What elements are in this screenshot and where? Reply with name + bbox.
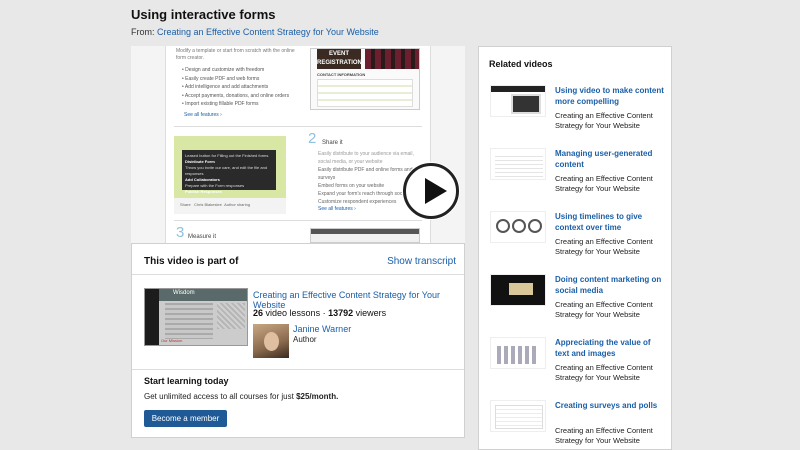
lessons-label: video lessons ·	[265, 308, 326, 318]
related-video-item[interactable]: Doing content marketing on social media …	[490, 274, 670, 334]
measure-screenshot	[310, 228, 420, 243]
related-video-title[interactable]: Doing content marketing on social media	[555, 274, 667, 296]
related-video-title[interactable]: Appreciating the value of text and image…	[555, 337, 667, 359]
divider	[132, 369, 464, 370]
event-banner: EVENT REGISTRATION	[317, 49, 362, 69]
course-panel: This video is part of Show transcript Wi…	[131, 243, 465, 438]
related-video-item[interactable]: Managing user-generated content Creating…	[490, 148, 670, 208]
related-video-course: Creating an Effective Content Strategy f…	[555, 174, 653, 193]
course-stats: 26 video lessons · 13792 viewers	[253, 308, 386, 318]
video-blurb: Modify a template or start from scratch …	[176, 48, 295, 61]
share-intro: Easily distribute to your audience via e…	[318, 151, 414, 165]
see-all-features-link: See all features ›	[184, 112, 222, 118]
related-video-thumbnail[interactable]	[490, 85, 546, 117]
related-video-item[interactable]: Appreciating the value of text and image…	[490, 337, 670, 397]
feature-item: Design and customize with freedom	[182, 66, 289, 75]
divider	[132, 274, 464, 275]
feature-item: Accept payments, donations, and online o…	[182, 92, 289, 101]
dialog-line: Distribute Form	[185, 159, 215, 164]
related-video-item[interactable]: Creating surveys and polls Creating an E…	[490, 400, 670, 450]
dialog-line: Throw you invite our care, and edit the …	[185, 165, 268, 176]
share-user-role: Author sharing	[224, 202, 251, 207]
step-label: Measure it	[188, 234, 217, 240]
related-video-thumbnail[interactable]	[490, 337, 546, 369]
event-registration-form-preview: EVENT REGISTRATION CONTACT INFORMATION	[310, 48, 420, 110]
related-video-title[interactable]: Using video to make content more compell…	[555, 85, 667, 107]
author-avatar[interactable]	[253, 324, 289, 358]
share-footer: Share Chris Blakeslee Author sharing	[174, 198, 286, 214]
dialog-line: Publish Responses	[185, 189, 222, 194]
access-price: $25/month.	[296, 392, 339, 401]
feature-item: Import existing fillable PDF forms	[182, 100, 289, 109]
share-label: Share	[180, 202, 191, 207]
related-video-course: Creating an Effective Content Strategy f…	[555, 363, 653, 382]
related-video-thumbnail[interactable]	[490, 148, 546, 180]
related-video-course: Creating an Effective Content Strategy f…	[555, 111, 653, 130]
feature-item: Easily create PDF and web forms	[182, 75, 289, 84]
event-stripe	[365, 49, 419, 69]
thumb-image	[217, 303, 245, 329]
share-screenshot: Leased button for Filling out the Finish…	[174, 136, 286, 214]
divider	[174, 220, 422, 221]
play-icon	[425, 178, 447, 204]
related-video-course: Creating an Effective Content Strategy f…	[555, 300, 653, 319]
share-user: Chris Blakeslee	[194, 202, 222, 207]
viewers-label: viewers	[355, 308, 387, 318]
related-video-course: Creating an Effective Content Strategy f…	[555, 426, 653, 445]
related-video-item[interactable]: Using timelines to give context over tim…	[490, 211, 670, 271]
lessons-count: 26	[253, 308, 264, 318]
access-text: Get unlimited access to all courses for …	[144, 392, 338, 401]
thumb-caption: Our Mission	[161, 338, 183, 343]
related-video-thumbnail[interactable]	[490, 211, 546, 243]
divider	[174, 126, 422, 127]
author-role: Author	[293, 335, 317, 344]
share-dialog-preview: Leased button for Filling out the Finish…	[182, 150, 276, 194]
step-number: 2	[308, 130, 317, 147]
course-thumbnail[interactable]: Wisdom Our Mission	[144, 288, 248, 346]
form-fields-preview	[317, 79, 413, 107]
video-frame-document: Modify a template or start from scratch …	[165, 46, 431, 243]
start-learning-heading: Start learning today	[144, 376, 229, 386]
step-number: 3	[176, 224, 185, 241]
thumb-sidebar	[145, 289, 159, 345]
play-button[interactable]	[403, 163, 459, 219]
course-title-link[interactable]: Creating an Effective Content Strategy f…	[253, 290, 464, 310]
feature-list: Design and customize with freedom Easily…	[182, 66, 289, 109]
related-video-title[interactable]: Managing user-generated content	[555, 148, 667, 170]
dialog-line: Add Collaborators	[185, 177, 220, 182]
related-videos-panel: Related videos Using video to make conte…	[478, 46, 672, 450]
from-label: From:	[131, 27, 155, 37]
thumb-text	[165, 303, 213, 339]
share-see-all-link: See all features ›	[318, 206, 356, 212]
viewers-count: 13792	[328, 308, 354, 318]
page-title: Using interactive forms	[131, 7, 276, 22]
related-video-thumbnail[interactable]	[490, 400, 546, 432]
related-video-title[interactable]: Using timelines to give context over tim…	[555, 211, 667, 233]
access-description: Get unlimited access to all courses for …	[144, 392, 294, 401]
become-member-button[interactable]: Become a member	[144, 410, 227, 427]
part-of-heading: This video is part of	[144, 256, 239, 267]
contact-information-label: CONTACT INFORMATION	[317, 72, 366, 77]
feature-item: Add intelligence and add attachments	[182, 83, 289, 92]
author-name-link[interactable]: Janine Warner	[293, 324, 351, 334]
video-player[interactable]: Modify a template or start from scratch …	[131, 46, 465, 243]
related-video-item[interactable]: Using video to make content more compell…	[490, 85, 670, 145]
from-line: From: Creating an Effective Content Stra…	[131, 27, 379, 37]
step-label: Share it	[322, 140, 343, 146]
related-video-title[interactable]: Creating surveys and polls	[555, 400, 667, 411]
related-videos-heading: Related videos	[489, 59, 553, 69]
show-transcript-link[interactable]: Show transcript	[387, 256, 456, 267]
related-video-thumbnail[interactable]	[490, 274, 546, 306]
related-video-course: Creating an Effective Content Strategy f…	[555, 237, 653, 256]
from-course-link[interactable]: Creating an Effective Content Strategy f…	[157, 27, 379, 37]
thumb-heading: Wisdom	[159, 289, 247, 301]
